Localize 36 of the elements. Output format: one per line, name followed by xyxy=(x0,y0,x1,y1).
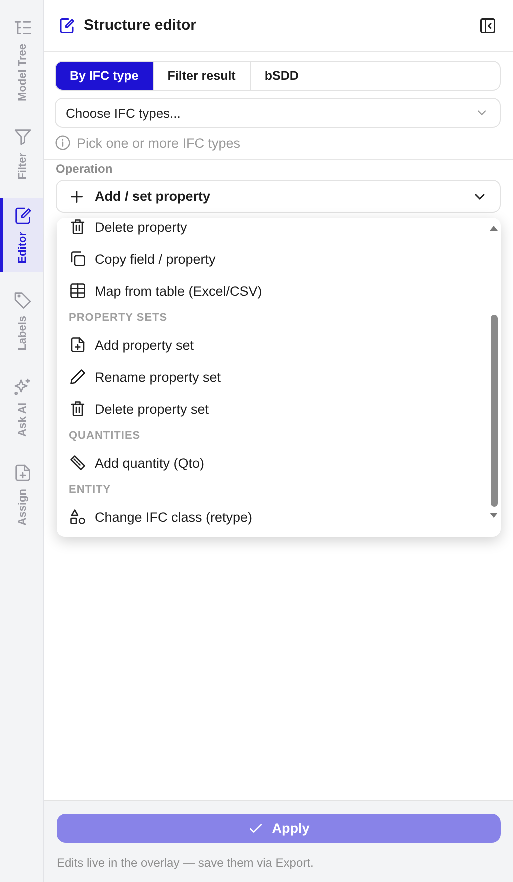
menu-item[interactable]: Rename property set xyxy=(69,361,489,393)
panel-title: Structure editor xyxy=(84,17,198,34)
shapes-icon xyxy=(69,508,87,526)
menu-item[interactable]: Add quantity (Qto) xyxy=(69,447,489,479)
hint-text: Pick one or more IFC types xyxy=(77,136,241,150)
menu-item[interactable]: Delete property set xyxy=(69,393,489,425)
plus-icon xyxy=(69,188,85,204)
menu-item[interactable]: Map from table (Excel/CSV) xyxy=(69,275,489,307)
filter-icon xyxy=(13,127,33,148)
source-tab[interactable]: By IFC type xyxy=(56,62,154,90)
sparkle-icon xyxy=(13,377,33,398)
tag-icon xyxy=(13,290,33,310)
menu-heading: ENTITY xyxy=(69,483,112,498)
operation-label: Operation xyxy=(56,162,114,176)
menu-item[interactable]: Delete property xyxy=(69,218,489,243)
ruler-icon xyxy=(69,454,87,472)
edit-document-icon xyxy=(58,16,76,34)
footer-note: Edits live in the overlay — save them via Export. xyxy=(57,856,315,870)
copy-icon xyxy=(69,250,87,268)
trash-icon xyxy=(69,400,87,418)
menu-item[interactable]: Copy field / property xyxy=(69,243,489,275)
menu-heading: QUANTITIES xyxy=(69,429,142,444)
menu-item[interactable]: Change IFC class (retype) xyxy=(69,501,489,533)
file-plus-icon xyxy=(69,336,87,354)
menu-heading: PROPERTY SETS xyxy=(69,311,169,326)
ifc-type-select[interactable]: Choose IFC types... xyxy=(55,98,501,128)
file-plus-icon xyxy=(13,462,33,483)
collapse-panel-icon[interactable] xyxy=(479,16,497,34)
edit-document-icon xyxy=(13,206,33,226)
trash-icon xyxy=(69,218,87,236)
menu-item[interactable]: Add property set xyxy=(69,329,489,361)
pencil-icon xyxy=(69,368,87,386)
table-icon xyxy=(69,282,87,300)
rail-tab[interactable]: Editor xyxy=(0,198,43,272)
info-icon xyxy=(55,135,71,151)
operation-select[interactable]: Add / set property xyxy=(56,180,501,213)
